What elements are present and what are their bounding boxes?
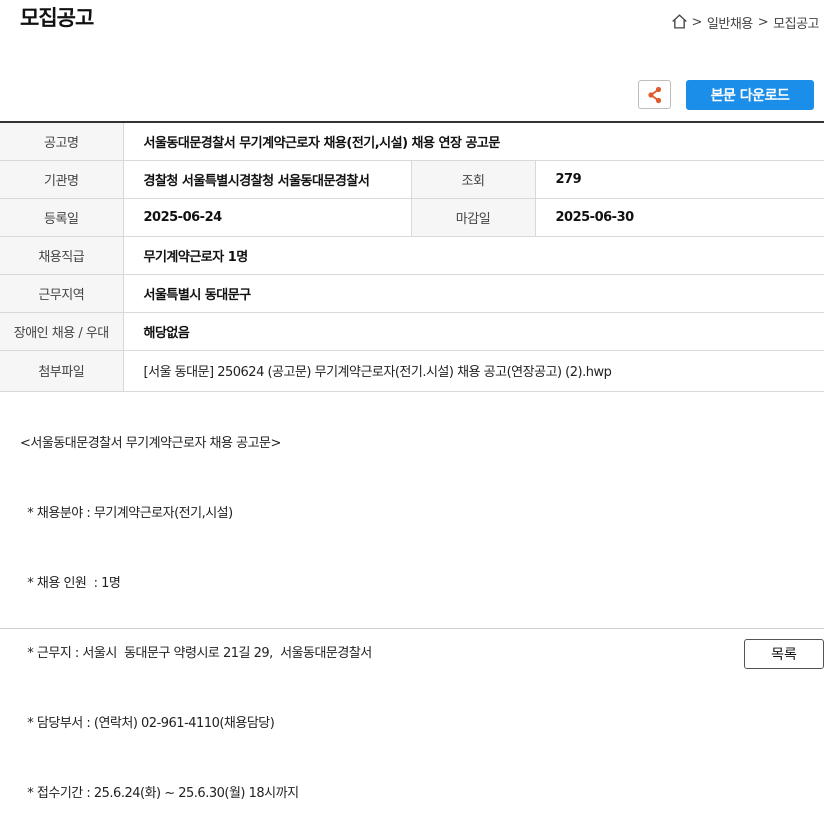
agency-value: 경찰청 서울특별시경찰청 서울동대문경찰서 bbox=[123, 160, 411, 198]
deadline-value: 2025-06-30 bbox=[535, 198, 824, 236]
table-row: 첨부파일 [서울 동대문] 250624 (공고문) 무기계약근로자(전기.시설… bbox=[0, 350, 824, 391]
body-line: * 담당부서 : (연락처) 02-961-4110(채용담당) bbox=[20, 712, 372, 752]
disability-value: 해당없음 bbox=[123, 312, 824, 350]
home-icon[interactable] bbox=[671, 12, 692, 33]
title-value: 서울동대문경찰서 무기계약근로자 채용(전기,시설) 채용 연장 공고문 bbox=[123, 122, 824, 160]
table-row: 공고명 서울동대문경찰서 무기계약근로자 채용(전기,시설) 채용 연장 공고문 bbox=[0, 122, 824, 160]
table-row: 등록일 2025-06-24 마감일 2025-06-30 bbox=[0, 198, 824, 236]
list-button[interactable]: 목록 bbox=[744, 639, 824, 669]
table-row: 기관명 경찰청 서울특별시경찰청 서울동대문경찰서 조회 279 bbox=[0, 160, 824, 198]
body-line: * 근무지 : 서울시 동대문구 약령시로 21길 29, 서울동대문경찰서 bbox=[20, 642, 372, 682]
position-value: 무기계약근로자 1명 bbox=[123, 236, 824, 274]
views-value: 279 bbox=[535, 160, 824, 198]
position-label: 채용직급 bbox=[0, 236, 123, 274]
page-title: 모집공고 bbox=[20, 2, 93, 32]
attachment-link[interactable]: [서울 동대문] 250624 (공고문) 무기계약근로자(전기.시설) 채용 … bbox=[123, 350, 824, 391]
disability-label: 장애인 채용 / 우대 bbox=[0, 312, 123, 350]
agency-label: 기관명 bbox=[0, 160, 123, 198]
table-row: 근무지역 서울특별시 동대문구 bbox=[0, 274, 824, 312]
body-line: * 접수기간 : 25.6.24(화) ~ 25.6.30(월) 18시까지 bbox=[20, 782, 372, 822]
breadcrumb-item-general-hiring[interactable]: 일반채용 bbox=[707, 13, 753, 32]
deadline-label: 마감일 bbox=[411, 198, 535, 236]
announcement-body: <서울동대문경찰서 무기계약근로자 채용 공고문> * 채용분야 : 무기계약근… bbox=[20, 402, 372, 837]
breadcrumb-separator: > bbox=[758, 15, 768, 30]
body-line: <서울동대문경찰서 무기계약근로자 채용 공고문> bbox=[20, 432, 372, 472]
attachment-label: 첨부파일 bbox=[0, 350, 123, 391]
divider bbox=[0, 628, 824, 629]
breadcrumb-item-recruitment[interactable]: 모집공고 bbox=[773, 13, 819, 32]
download-body-button[interactable]: 본문 다운로드 bbox=[686, 80, 814, 110]
body-line: * 채용 인원 : 1명 bbox=[20, 572, 372, 612]
breadcrumb-separator: > bbox=[692, 15, 702, 30]
job-info-table: 공고명 서울동대문경찰서 무기계약근로자 채용(전기,시설) 채용 연장 공고문… bbox=[0, 121, 824, 392]
region-label: 근무지역 bbox=[0, 274, 123, 312]
views-label: 조회 bbox=[411, 160, 535, 198]
share-button[interactable] bbox=[638, 80, 671, 109]
share-icon bbox=[647, 86, 663, 104]
breadcrumb: > 일반채용 > 모집공고 bbox=[671, 12, 824, 33]
body-line: * 채용분야 : 무기계약근로자(전기,시설) bbox=[20, 502, 372, 542]
region-value: 서울특별시 동대문구 bbox=[123, 274, 824, 312]
table-row: 채용직급 무기계약근로자 1명 bbox=[0, 236, 824, 274]
registration-date-label: 등록일 bbox=[0, 198, 123, 236]
registration-date-value: 2025-06-24 bbox=[123, 198, 411, 236]
title-label: 공고명 bbox=[0, 122, 123, 160]
table-row: 장애인 채용 / 우대 해당없음 bbox=[0, 312, 824, 350]
